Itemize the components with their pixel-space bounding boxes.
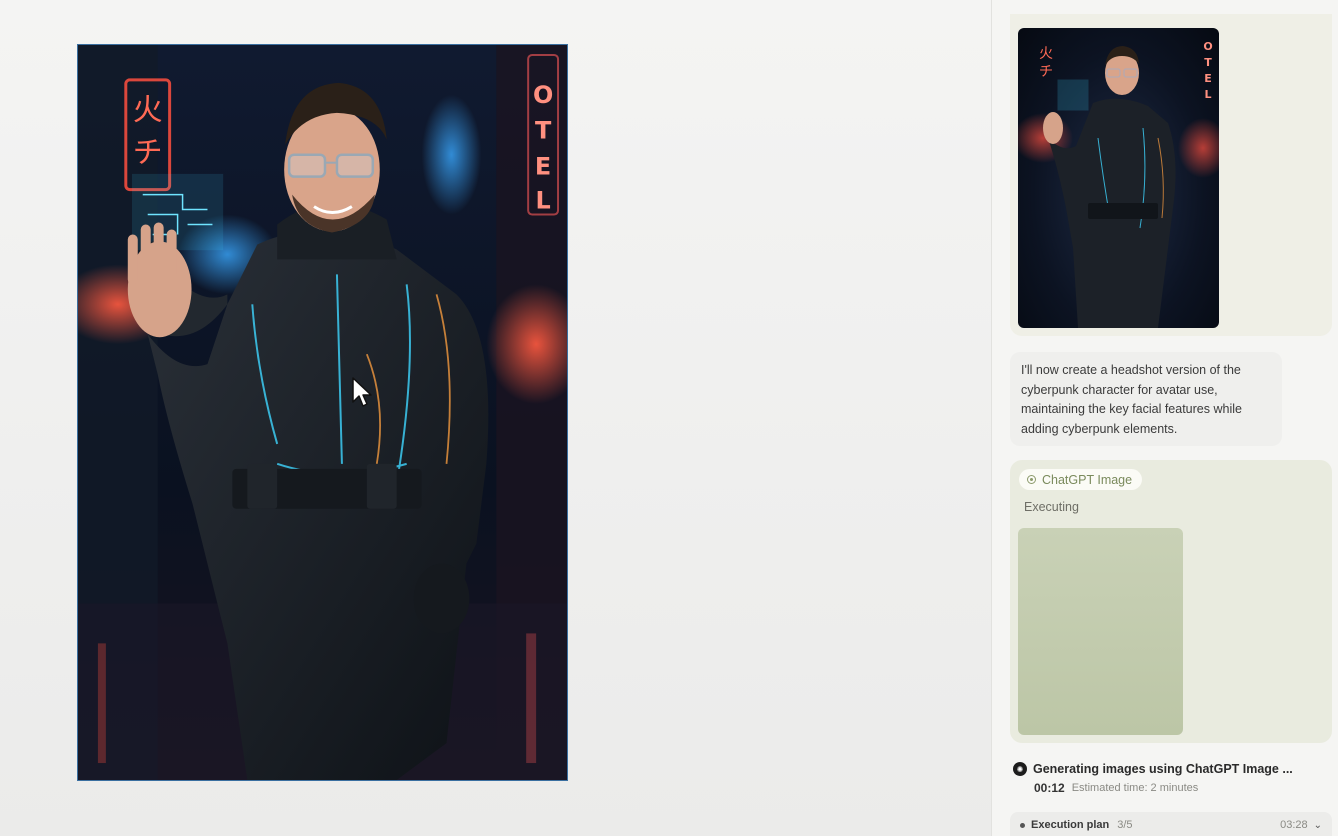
plan-progress: 3/5: [1117, 819, 1133, 831]
openai-logo-icon: ✺: [1013, 762, 1027, 776]
image-generation-placeholder: [1018, 528, 1183, 735]
svg-text:T: T: [1204, 56, 1212, 69]
svg-text:チ: チ: [133, 136, 163, 171]
svg-text:E: E: [535, 153, 551, 181]
cyberpunk-portrait: 火 チ O T E L: [78, 45, 567, 780]
generation-title: Generating images using ChatGPT Image ..…: [1033, 762, 1293, 776]
tool-badge[interactable]: ChatGPT Image: [1019, 469, 1143, 490]
svg-text:T: T: [535, 117, 552, 145]
svg-text:チ: チ: [1039, 64, 1053, 80]
mouse-cursor-icon: [351, 376, 373, 408]
execution-plan-bar[interactable]: Execution plan 3/5 03:28 ⌄: [1010, 812, 1332, 836]
previous-image-thumbnail[interactable]: 火 チ O T E L: [1018, 28, 1219, 328]
svg-text:O: O: [1203, 40, 1212, 53]
chevron-down-icon[interactable]: ⌄: [1314, 820, 1322, 831]
thumbnail-portrait: 火 チ O T E L: [1018, 40, 1219, 328]
tool-status: Executing: [1024, 500, 1079, 514]
elapsed-time: 00:12: [1034, 781, 1065, 795]
estimated-time: Estimated time: 2 minutes: [1071, 782, 1199, 794]
assistant-message-text: I'll now create a headshot version of th…: [1021, 363, 1242, 436]
assistant-message: I'll now create a headshot version of th…: [1010, 352, 1282, 446]
svg-text:O: O: [533, 81, 553, 109]
tool-name: ChatGPT Image: [1042, 472, 1133, 487]
tool-icon: [1027, 475, 1036, 484]
svg-text:L: L: [1204, 88, 1211, 101]
plan-status-dot-icon: [1020, 822, 1025, 828]
generation-time-row: 00:12 Estimated time: 2 minutes: [1034, 780, 1198, 796]
svg-text:E: E: [1204, 72, 1212, 85]
generation-status-row: ✺ Generating images using ChatGPT Image …: [1013, 759, 1333, 779]
plan-label: Execution plan: [1031, 819, 1110, 831]
plan-time: 03:28: [1280, 819, 1308, 831]
svg-text:火: 火: [1039, 46, 1053, 62]
main-generated-image[interactable]: 火 チ O T E L: [77, 44, 568, 781]
svg-text:火: 火: [133, 93, 163, 128]
svg-text:L: L: [535, 187, 550, 215]
